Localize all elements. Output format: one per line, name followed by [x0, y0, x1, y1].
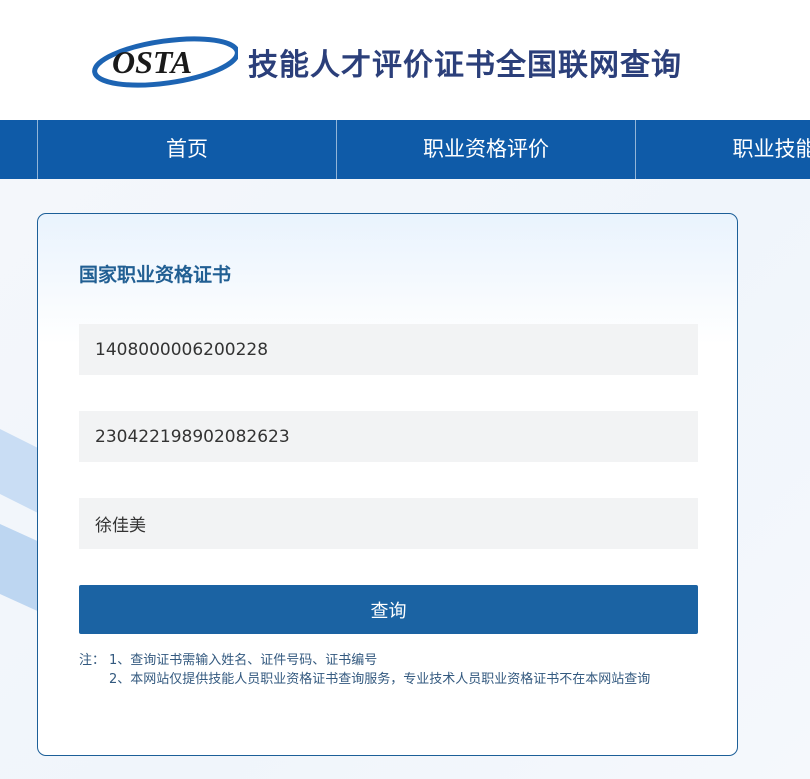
note-text: 1、查询证书需输入姓名、证件号码、证书编号 [109, 653, 378, 668]
nav-item-skill-level[interactable]: 职业技能等 [636, 120, 810, 179]
name-input[interactable] [79, 498, 698, 549]
osta-logo[interactable]: OSTA [88, 34, 238, 88]
id-number-input[interactable] [79, 411, 698, 462]
svg-text:OSTA: OSTA [112, 44, 192, 80]
query-notes: 注： 1、查询证书需输入姓名、证件号码、证书编号 2、本网站仅提供技能人员职业资… [79, 651, 699, 689]
query-card: 国家职业资格证书 查询 注： 1、查询证书需输入姓名、证件号码、证书编号 2、本… [37, 213, 738, 756]
card-title: 国家职业资格证书 [79, 264, 232, 286]
nav-item-qualification-evaluation[interactable]: 职业资格评价 [337, 120, 635, 179]
note-line: 注： 1、查询证书需输入姓名、证件号码、证书编号 [79, 651, 699, 670]
note-line: 2、本网站仅提供技能人员职业资格证书查询服务，专业技术人员职业资格证书不在本网站… [79, 670, 699, 689]
nav-item-home[interactable]: 首页 [38, 120, 336, 179]
query-button[interactable]: 查询 [79, 585, 698, 634]
main-nav: 首页 职业资格评价 职业技能等 [0, 120, 810, 179]
site-title: 技能人才评价证书全国联网查询 [248, 48, 682, 83]
note-text: 2、本网站仅提供技能人员职业资格证书查询服务，专业技术人员职业资格证书不在本网站… [109, 672, 651, 687]
site-header: OSTA 技能人才评价证书全国联网查询 [0, 0, 810, 120]
note-prefix: 注： [79, 653, 106, 668]
certificate-number-input[interactable] [79, 324, 698, 375]
